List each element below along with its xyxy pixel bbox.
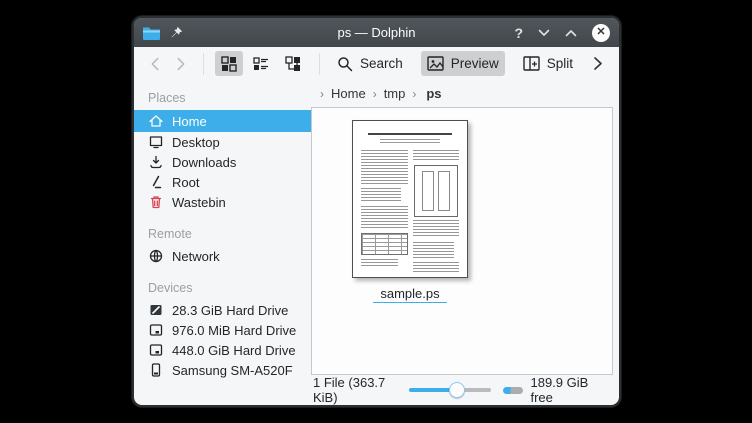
preview-label: Preview (451, 56, 499, 71)
hard-drive-system-icon (148, 303, 163, 318)
dolphin-window: ps — Dolphin ? ✕ (132, 16, 621, 407)
sidebar-item-drive-28[interactable]: 28.3 GiB Hard Drive (134, 300, 311, 320)
preview-table (361, 233, 408, 255)
minimize-button[interactable] (538, 29, 550, 37)
hard-drive-icon (148, 343, 163, 358)
file-item-sample-ps[interactable]: sample.ps (346, 120, 474, 303)
toolbar: Search Preview Split (134, 47, 619, 80)
sidebar-item-downloads[interactable]: Downloads (134, 152, 311, 172)
chevron-right-icon (176, 56, 186, 72)
tree-view-icon (285, 56, 302, 72)
preview-title-line (368, 133, 452, 135)
sidebar-item-root[interactable]: Root (134, 172, 311, 192)
section-header-devices: Devices (134, 274, 311, 300)
back-button[interactable] (144, 51, 166, 76)
sidebar-item-wastebin[interactable]: Wastebin (134, 192, 311, 212)
sidebar-item-drive-448[interactable]: 448.0 GiB Hard Drive (134, 340, 311, 360)
breadcrumb: › Home › tmp › ps (311, 80, 613, 107)
download-icon (148, 155, 163, 170)
preview-toggle-button[interactable]: Preview (421, 51, 505, 76)
desktop-icon (148, 135, 163, 150)
search-icon (337, 56, 353, 72)
chevron-down-icon (538, 29, 550, 37)
preview-author-lines (380, 139, 441, 144)
chevron-right-icon: › (373, 87, 377, 101)
split-label: Split (547, 56, 573, 71)
forward-button[interactable] (170, 51, 192, 76)
split-icon (523, 56, 540, 71)
split-button[interactable]: Split (517, 51, 579, 76)
preview-left-column (361, 150, 408, 274)
chevron-right-icon (593, 56, 603, 71)
icons-view-button[interactable] (215, 51, 243, 76)
sidebar-item-label: Samsung SM-A520F (172, 363, 293, 378)
trash-icon (148, 195, 163, 210)
preview-right-column (413, 150, 460, 274)
breadcrumb-item-tmp[interactable]: tmp (384, 86, 406, 101)
places-panel: Places Home Desktop Downloads (134, 80, 311, 405)
breadcrumb-item-ps[interactable]: ps (426, 86, 441, 101)
chevron-up-icon (565, 29, 577, 37)
icons-view-icon (221, 56, 237, 72)
sidebar-item-label: Home (172, 114, 207, 129)
network-icon (148, 249, 163, 264)
disk-usage-indicator (503, 387, 523, 394)
home-icon (148, 114, 163, 129)
sidebar-item-label: 28.3 GiB Hard Drive (172, 303, 288, 318)
chevron-right-icon: › (320, 87, 324, 101)
sidebar-item-label: 976.0 MiB Hard Drive (172, 323, 296, 338)
root-icon (148, 175, 163, 190)
close-icon: ✕ (596, 27, 605, 38)
folder-view[interactable]: sample.ps (311, 107, 613, 375)
preview-figure (414, 165, 459, 217)
chevron-left-icon (150, 56, 160, 72)
smartphone-icon (148, 363, 163, 378)
pin-icon[interactable] (170, 26, 183, 39)
status-summary: 1 File (363.7 KiB) (313, 375, 409, 405)
hard-drive-icon (148, 323, 163, 338)
sidebar-item-drive-976[interactable]: 976.0 MiB Hard Drive (134, 320, 311, 340)
chevron-right-icon: › (412, 87, 416, 101)
search-label: Search (360, 56, 403, 71)
close-button[interactable]: ✕ (592, 24, 610, 42)
tree-view-button[interactable] (279, 51, 308, 76)
zoom-slider-handle[interactable] (449, 382, 465, 398)
file-thumbnail[interactable] (352, 120, 468, 278)
sidebar-item-label: Network (172, 249, 220, 264)
zoom-slider[interactable] (409, 382, 491, 398)
file-name-label[interactable]: sample.ps (373, 286, 446, 303)
search-button[interactable]: Search (331, 51, 409, 76)
details-view-button[interactable] (247, 51, 275, 76)
help-button[interactable]: ? (514, 25, 523, 41)
sidebar-item-samsung-phone[interactable]: Samsung SM-A520F (134, 360, 311, 380)
titlebar[interactable]: ps — Dolphin ? ✕ (134, 18, 619, 47)
sidebar-item-desktop[interactable]: Desktop (134, 132, 311, 152)
sidebar-item-home[interactable]: Home (134, 110, 311, 132)
section-header-places: Places (134, 84, 311, 110)
toolbar-separator (203, 53, 204, 75)
preview-icon (427, 56, 444, 71)
sidebar-item-label: Wastebin (172, 195, 226, 210)
details-view-icon (253, 56, 269, 72)
desktop-background: { "colors": { "accent": "#3daee9", "titl… (0, 0, 752, 423)
statusbar: 1 File (363.7 KiB) 189.9 GiB free (311, 375, 613, 405)
toolbar-separator (319, 53, 320, 75)
sidebar-item-label: Desktop (172, 135, 220, 150)
toolbar-overflow-button[interactable] (587, 51, 609, 76)
sidebar-item-network[interactable]: Network (134, 246, 311, 266)
section-header-remote: Remote (134, 220, 311, 246)
maximize-button[interactable] (565, 29, 577, 37)
sidebar-item-label: Downloads (172, 155, 236, 170)
sidebar-item-label: 448.0 GiB Hard Drive (172, 343, 296, 358)
breadcrumb-item-home[interactable]: Home (331, 86, 366, 101)
sidebar-item-label: Root (172, 175, 199, 190)
folder-icon (143, 26, 160, 40)
free-space-label: 189.9 GiB free (530, 375, 611, 405)
